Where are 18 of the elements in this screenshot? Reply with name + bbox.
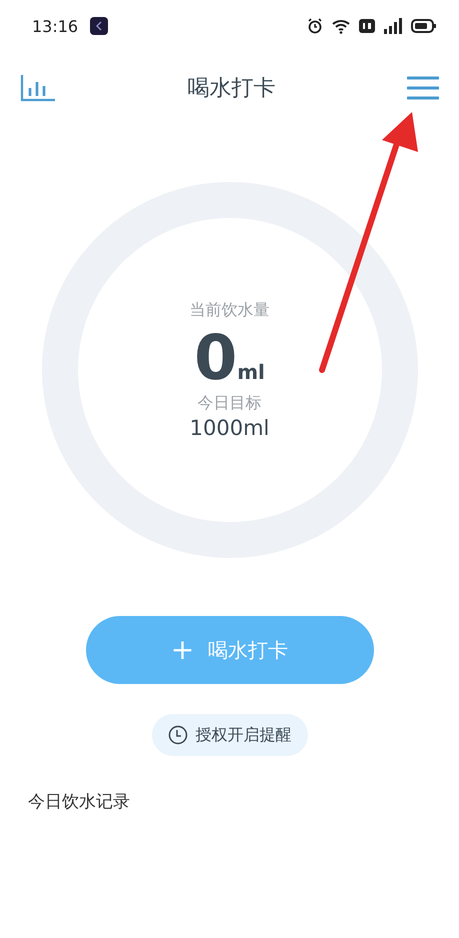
page-title: 喝水打卡 [188, 75, 276, 103]
goal-label: 今日目标 [198, 393, 262, 414]
status-time: 13:16 [32, 16, 78, 36]
statistics-icon[interactable] [20, 74, 56, 102]
reminder-button[interactable]: 授权开启提醒 [152, 714, 308, 756]
goal-value: 1000ml [190, 416, 270, 440]
intake-unit: ml [237, 360, 265, 384]
clock-icon [168, 725, 188, 745]
intake-amount: 0 [194, 327, 238, 389]
wifi-icon [331, 18, 351, 34]
records-title: 今日饮水记录 [28, 791, 131, 813]
alarm-icon [307, 18, 323, 34]
app-notification-icon [90, 17, 108, 35]
signal-icon [383, 18, 403, 34]
battery-icon [411, 19, 437, 33]
intake-label: 当前饮水量 [190, 300, 270, 321]
menu-icon[interactable] [407, 75, 439, 101]
hd-icon [359, 19, 375, 33]
